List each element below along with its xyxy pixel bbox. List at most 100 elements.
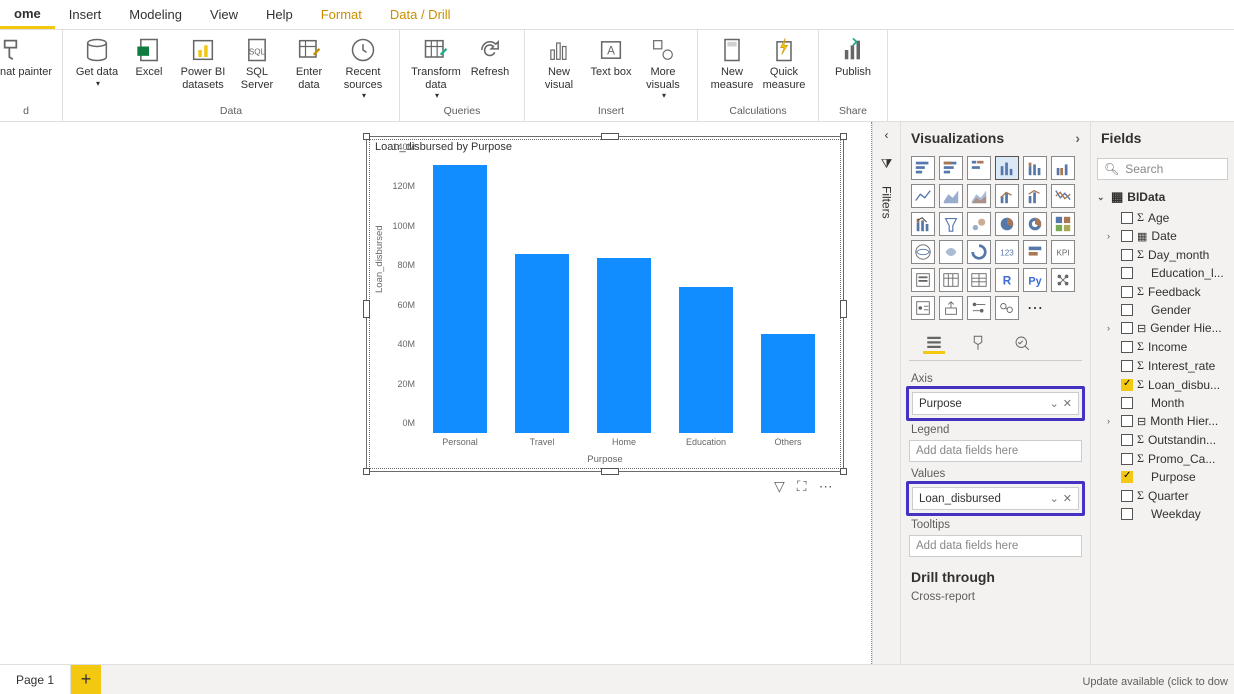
- field-item[interactable]: ΣFeedback: [1095, 282, 1230, 301]
- field-item[interactable]: ΣInterest_rate: [1095, 356, 1230, 375]
- resize-handle[interactable]: [363, 300, 370, 318]
- enter-data-button[interactable]: Enter data: [285, 34, 333, 91]
- viz-type-icon[interactable]: 123: [995, 240, 1019, 264]
- more-viz-icon[interactable]: ⋯: [1023, 296, 1047, 320]
- viz-type-icon[interactable]: [967, 296, 991, 320]
- chevron-down-icon[interactable]: ⌄: [1050, 397, 1059, 410]
- filters-pane-collapsed[interactable]: ‹ ⧩ Filters: [872, 122, 900, 664]
- sql-server-button[interactable]: SQLSQL Server: [233, 34, 281, 91]
- table-node[interactable]: ⌄▦BIData: [1095, 186, 1230, 208]
- viz-type-icon[interactable]: [995, 212, 1019, 236]
- checkbox[interactable]: [1121, 322, 1133, 334]
- text-box-button[interactable]: AText box: [587, 34, 635, 79]
- viz-type-icon[interactable]: R: [995, 268, 1019, 292]
- field-item[interactable]: Gender: [1095, 301, 1230, 319]
- field-item[interactable]: Purpose: [1095, 468, 1230, 486]
- viz-type-icon[interactable]: [1023, 240, 1047, 264]
- checkbox[interactable]: [1121, 397, 1133, 409]
- resize-handle[interactable]: [840, 468, 847, 475]
- transform-data-button[interactable]: Transform data▾: [410, 34, 462, 100]
- viz-type-icon[interactable]: [1023, 212, 1047, 236]
- checkbox[interactable]: [1121, 304, 1133, 316]
- add-page-button[interactable]: +: [71, 665, 101, 694]
- field-item[interactable]: ΣOutstandin...: [1095, 430, 1230, 449]
- viz-type-icon[interactable]: [911, 184, 935, 208]
- excel-button[interactable]: Excel: [125, 34, 173, 79]
- field-item[interactable]: ΣPromo_Ca...: [1095, 449, 1230, 468]
- viz-type-icon[interactable]: [911, 212, 935, 236]
- tab-insert[interactable]: Insert: [55, 0, 116, 29]
- bar[interactable]: [761, 334, 815, 433]
- tab-view[interactable]: View: [196, 0, 252, 29]
- get-data-button[interactable]: Get data▾: [73, 34, 121, 88]
- refresh-button[interactable]: Refresh: [466, 34, 514, 79]
- viz-type-icon[interactable]: [995, 184, 1019, 208]
- viz-type-icon[interactable]: [939, 184, 963, 208]
- checkbox[interactable]: [1121, 249, 1133, 261]
- checkbox[interactable]: [1121, 360, 1133, 372]
- analytics-tab[interactable]: [1011, 332, 1033, 354]
- values-well[interactable]: Loan_disbursed⌄✕: [912, 487, 1079, 510]
- viz-type-icon[interactable]: [967, 184, 991, 208]
- checkbox[interactable]: [1121, 453, 1133, 465]
- tooltips-well[interactable]: Add data fields here: [909, 535, 1082, 557]
- report-canvas[interactable]: Loan_disbursed by Purpose Loan_disbursed…: [0, 122, 872, 664]
- pbi-datasets-button[interactable]: Power BI datasets: [177, 34, 229, 91]
- chevron-left-icon[interactable]: ‹: [885, 128, 889, 142]
- remove-icon[interactable]: ✕: [1063, 492, 1072, 505]
- viz-type-icon[interactable]: [995, 296, 1019, 320]
- remove-icon[interactable]: ✕: [1063, 397, 1072, 410]
- field-item[interactable]: Weekday: [1095, 505, 1230, 523]
- field-item[interactable]: Education_l...: [1095, 264, 1230, 282]
- new-measure-button[interactable]: New measure: [708, 34, 756, 91]
- checkbox[interactable]: [1121, 212, 1133, 224]
- viz-type-icon[interactable]: [911, 296, 935, 320]
- field-item[interactable]: ΣIncome: [1095, 337, 1230, 356]
- resize-handle[interactable]: [601, 133, 619, 140]
- page-tab[interactable]: Page 1: [0, 665, 71, 694]
- checkbox[interactable]: [1121, 286, 1133, 298]
- checkbox[interactable]: [1121, 341, 1133, 353]
- field-item[interactable]: Month: [1095, 394, 1230, 412]
- viz-type-icon[interactable]: [1051, 268, 1075, 292]
- filter-icon[interactable]: ▽: [774, 478, 785, 495]
- resize-handle[interactable]: [840, 300, 847, 318]
- viz-type-icon[interactable]: [939, 296, 963, 320]
- chevron-down-icon[interactable]: ⌄: [1050, 492, 1059, 505]
- viz-type-icon[interactable]: [911, 240, 935, 264]
- tab-format[interactable]: Format: [307, 0, 376, 29]
- viz-type-icon[interactable]: [1023, 156, 1047, 180]
- field-item[interactable]: ›▦Date: [1095, 227, 1230, 245]
- publish-button[interactable]: Publish: [829, 34, 877, 79]
- resize-handle[interactable]: [363, 468, 370, 475]
- viz-type-icon[interactable]: [1051, 156, 1075, 180]
- format-painter-button[interactable]: nat painter: [0, 34, 52, 79]
- bar[interactable]: [597, 258, 651, 433]
- checkbox[interactable]: [1121, 490, 1133, 502]
- bar[interactable]: [515, 254, 569, 433]
- fields-tab[interactable]: [923, 332, 945, 354]
- viz-type-icon[interactable]: [967, 268, 991, 292]
- checkbox[interactable]: [1121, 230, 1133, 242]
- viz-type-icon[interactable]: KPI: [1051, 240, 1075, 264]
- field-item[interactable]: ΣAge: [1095, 208, 1230, 227]
- fields-search[interactable]: 🔍︎ Search: [1097, 158, 1228, 180]
- viz-type-icon[interactable]: [939, 156, 963, 180]
- viz-type-icon[interactable]: [939, 240, 963, 264]
- more-visuals-button[interactable]: More visuals▾: [639, 34, 687, 100]
- recent-sources-button[interactable]: Recent sources▾: [337, 34, 389, 100]
- chevron-right-icon[interactable]: ›: [1075, 130, 1080, 146]
- checkbox[interactable]: [1121, 415, 1133, 427]
- checkbox[interactable]: [1121, 434, 1133, 446]
- field-item[interactable]: ›⊟Gender Hie...: [1095, 319, 1230, 337]
- field-item[interactable]: ΣQuarter: [1095, 486, 1230, 505]
- resize-handle[interactable]: [363, 133, 370, 140]
- viz-type-icon[interactable]: [939, 212, 963, 236]
- tab-datadrill[interactable]: Data / Drill: [376, 0, 465, 29]
- axis-well[interactable]: Purpose⌄✕: [912, 392, 1079, 415]
- viz-type-icon[interactable]: [967, 212, 991, 236]
- tab-home[interactable]: ome: [0, 0, 55, 29]
- bar[interactable]: [433, 165, 487, 433]
- new-visual-button[interactable]: New visual: [535, 34, 583, 91]
- format-tab[interactable]: [967, 332, 989, 354]
